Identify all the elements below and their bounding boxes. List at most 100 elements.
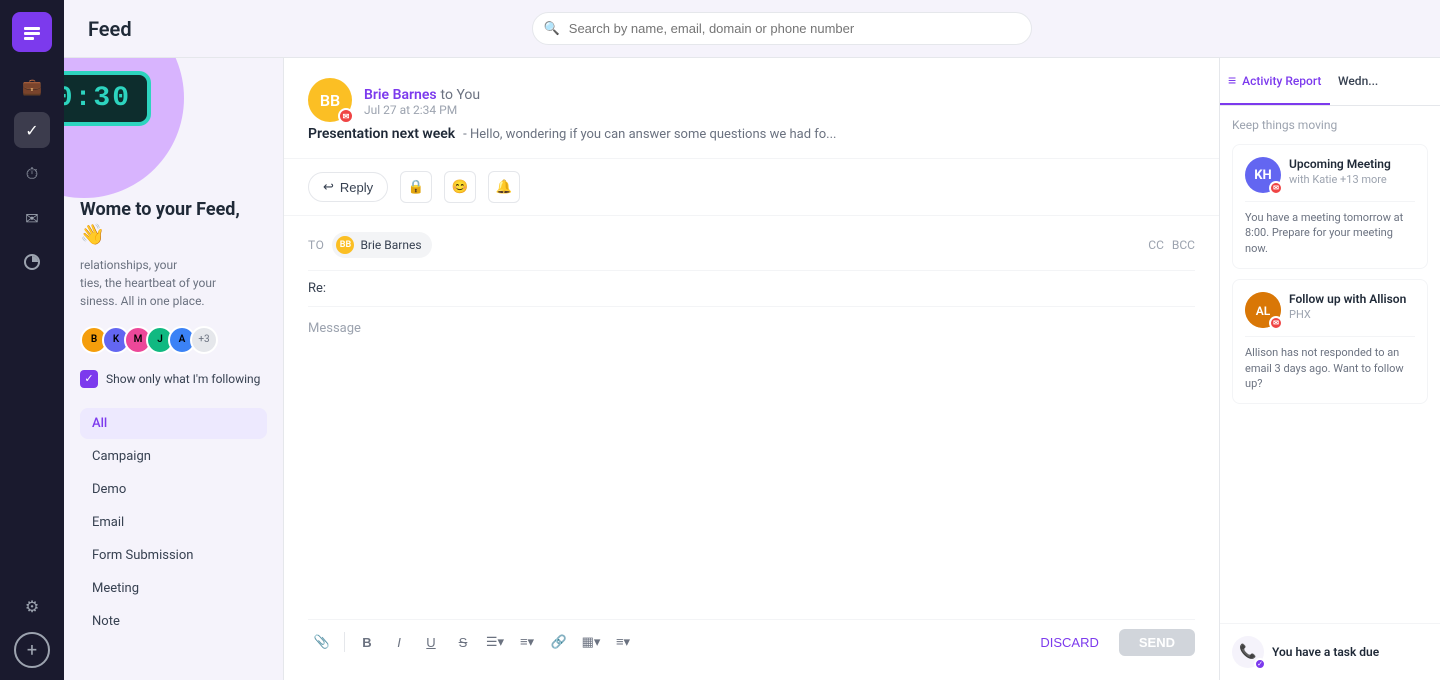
follow-up-avatar: AL ✉: [1245, 292, 1281, 328]
right-tabs: ≡ Activity Report Wedn...: [1220, 58, 1440, 106]
follow-up-badge: ✉: [1269, 316, 1283, 330]
nav-item-form-submission[interactable]: Form Submission: [80, 540, 267, 571]
follow-up-meta: Follow up with Allison PHX: [1289, 292, 1406, 321]
message-area[interactable]: Message: [308, 307, 1195, 619]
sidebar-icon-tasks[interactable]: ✓: [14, 112, 50, 148]
sidebar-logo[interactable]: [12, 12, 52, 52]
recipient-chip-avatar: BB: [336, 236, 354, 254]
bold-button[interactable]: B: [353, 628, 381, 656]
email-preview: - Hello, wondering if you can answer som…: [463, 127, 836, 142]
clock-time: 10:30: [64, 83, 131, 114]
right-content: Keep things moving KH ✉ Upcoming Meeting…: [1220, 106, 1440, 623]
left-panel: 10:30 Wome to your Feed, 👋 relationships…: [64, 58, 284, 680]
cc-bcc-row: CC BCC: [1148, 238, 1195, 252]
email-badge: ✉: [338, 108, 354, 124]
upcoming-meeting-meta: Upcoming Meeting with Katie +13 more: [1289, 157, 1391, 186]
recipient-chip[interactable]: BB Brie Barnes: [332, 232, 431, 258]
following-checkbox[interactable]: ✓: [80, 370, 98, 388]
reply-button[interactable]: ↩ Reply: [308, 172, 388, 202]
bell-icon: 🔔: [496, 179, 513, 195]
upcoming-meeting-badge: ✉: [1269, 181, 1283, 195]
activity-divider-2: [1245, 336, 1415, 337]
underline-button[interactable]: U: [417, 628, 445, 656]
nav-item-campaign[interactable]: Campaign: [80, 441, 267, 472]
phone-icon: 📞: [1239, 644, 1256, 660]
block-button[interactable]: ▦▾: [577, 628, 605, 656]
right-panel: ≡ Activity Report Wedn... Keep things mo…: [1220, 58, 1440, 680]
reply-to-row: TO BB Brie Barnes CC BCC: [308, 232, 1195, 271]
following-label: Show only what I'm following: [106, 372, 260, 386]
bcc-button[interactable]: BCC: [1172, 238, 1195, 252]
discard-button[interactable]: DISCARD: [1024, 629, 1115, 656]
tab-activity-report[interactable]: ≡ Activity Report: [1220, 58, 1330, 105]
avatars-row: B K M J A +3: [80, 326, 267, 354]
emoji-icon: 😊: [452, 179, 469, 195]
email-from-row: BB ✉ Brie Barnes to You Jul 27 at 2:34 P…: [308, 78, 1195, 122]
welcome-emoji: 👋: [80, 222, 105, 246]
to-label: TO: [308, 238, 324, 252]
strikethrough-button[interactable]: S: [449, 628, 477, 656]
nav-item-note[interactable]: Note: [80, 606, 267, 637]
italic-button[interactable]: I: [385, 628, 413, 656]
reply-icon: ↩: [323, 179, 334, 195]
sidebar-icon-briefcase[interactable]: 💼: [14, 68, 50, 104]
sidebar-icon-chart[interactable]: [14, 244, 50, 280]
sender-name: Brie Barnes: [364, 87, 437, 103]
email-to-label: to You: [441, 87, 481, 103]
tab-wednesday[interactable]: Wedn...: [1330, 58, 1440, 105]
upcoming-meeting-avatar: KH ✉: [1245, 157, 1281, 193]
nav-item-demo[interactable]: Demo: [80, 474, 267, 505]
task-badge: ✓: [1254, 658, 1266, 670]
bell-button[interactable]: 🔔: [488, 171, 520, 203]
reply-form: TO BB Brie Barnes CC BCC Re: Message: [284, 216, 1219, 680]
email-actions: ↩ Reply 🔒 😊 🔔: [284, 159, 1219, 216]
welcome-section: Wome to your Feed, 👋 relationships, your…: [80, 198, 267, 310]
nav-item-meeting[interactable]: Meeting: [80, 573, 267, 604]
email-from-line: Brie Barnes to You: [364, 84, 480, 103]
activity-icon: ≡: [1228, 72, 1236, 89]
sidebar-icon-mail[interactable]: ✉: [14, 200, 50, 236]
email-date: Jul 27 at 2:34 PM: [364, 103, 480, 117]
align-button[interactable]: ≡▾: [609, 628, 637, 656]
emoji-button[interactable]: 😊: [444, 171, 476, 203]
follow-up-subtitle: PHX: [1289, 308, 1406, 321]
sidebar: 💼 ✓ ⏱ ✉ ⚙ +: [0, 0, 64, 680]
sidebar-icon-settings[interactable]: ⚙: [14, 588, 50, 624]
numbered-list-button[interactable]: ≡▾: [513, 628, 541, 656]
sidebar-add-button[interactable]: +: [14, 632, 50, 668]
send-button[interactable]: SEND: [1119, 629, 1195, 656]
clock-display: 10:30: [64, 71, 151, 126]
welcome-text-part: Wome to your Feed,: [80, 199, 240, 220]
search-bar: 🔍: [532, 12, 1032, 45]
editor-toolbar: 📎 B I U S ☰▾ ≡▾ 🔗 ▦▾ ≡▾ DISCARD SEND: [308, 619, 1195, 664]
lock-icon: 🔒: [408, 179, 425, 195]
sidebar-icon-clock[interactable]: ⏱: [14, 156, 50, 192]
nav-section: All Campaign Demo Email Form Submission …: [80, 408, 267, 637]
bullet-list-button[interactable]: ☰▾: [481, 628, 509, 656]
lock-button[interactable]: 🔒: [400, 171, 432, 203]
keep-moving-text: Keep things moving: [1232, 118, 1428, 132]
link-button[interactable]: 🔗: [545, 628, 573, 656]
welcome-heading: Wome to your Feed, 👋: [80, 198, 267, 248]
cc-button[interactable]: CC: [1148, 238, 1164, 252]
attach-button[interactable]: 📎: [308, 628, 336, 656]
activity-divider-1: [1245, 201, 1415, 202]
follow-up-header: AL ✉ Follow up with Allison PHX: [1245, 292, 1415, 328]
mail-badge-icon: ✉: [343, 112, 350, 121]
email-header: BB ✉ Brie Barnes to You Jul 27 at 2:34 P…: [284, 58, 1219, 159]
checkbox-row[interactable]: ✓ Show only what I'm following: [80, 370, 267, 388]
follow-up-badge-icon: ✉: [1273, 319, 1279, 327]
search-input[interactable]: [532, 12, 1032, 45]
follow-up-card: AL ✉ Follow up with Allison PHX Allison: [1232, 279, 1428, 404]
follow-up-title: Follow up with Allison: [1289, 292, 1406, 308]
clock-widget: 10:30: [64, 58, 184, 198]
nav-item-all[interactable]: All: [80, 408, 267, 439]
follow-up-desc: Allison has not responded to an email 3 …: [1245, 345, 1415, 391]
nav-item-email[interactable]: Email: [80, 507, 267, 538]
message-placeholder: Message: [308, 321, 361, 336]
upcoming-meeting-card: KH ✉ Upcoming Meeting with Katie +13 mor…: [1232, 144, 1428, 269]
toolbar-sep-1: [344, 632, 345, 652]
sender-avatar: BB ✉: [308, 78, 352, 122]
email-meta: Brie Barnes to You Jul 27 at 2:34 PM: [364, 84, 480, 117]
task-card[interactable]: 📞 ✓ You have a task due: [1220, 623, 1440, 680]
